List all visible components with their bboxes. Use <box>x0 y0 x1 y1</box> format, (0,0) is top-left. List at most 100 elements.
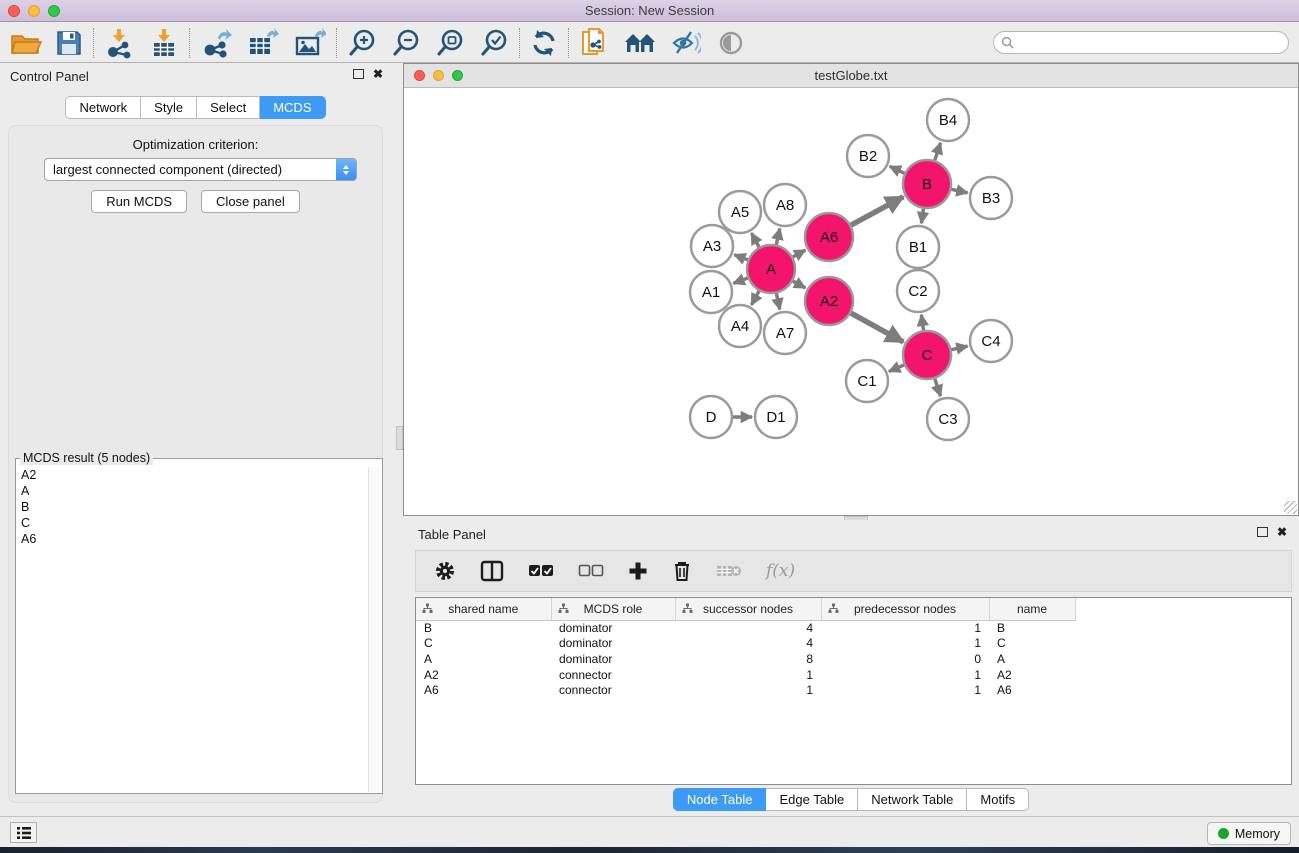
open-file-button[interactable] <box>9 26 42 60</box>
tab-select[interactable]: Select <box>197 96 260 119</box>
export-table-button[interactable] <box>247 26 279 60</box>
table-cell[interactable]: 8 <box>675 651 821 667</box>
save-session-button[interactable] <box>55 26 83 60</box>
tab-mcds[interactable]: MCDS <box>260 96 325 119</box>
vertical-splitter-grip[interactable] <box>396 426 403 450</box>
import-table-button[interactable] <box>149 26 179 60</box>
deselect-all-button[interactable] <box>578 564 604 578</box>
column-header-predecessor-nodes[interactable]: predecessor nodes <box>821 598 989 620</box>
refresh-button[interactable] <box>530 26 558 60</box>
node-table[interactable]: shared nameMCDS rolesuccessor nodesprede… <box>415 597 1292 785</box>
mcds-result-list: A2ABCA6 <box>17 467 367 792</box>
table-cell[interactable]: connector <box>551 682 675 698</box>
home-layout-button[interactable] <box>623 26 657 60</box>
zoom-out-button[interactable] <box>391 26 421 60</box>
table-cell[interactable]: B <box>416 620 551 636</box>
zoom-fit-button[interactable] <box>435 26 465 60</box>
duplicate-network-button[interactable] <box>579 26 609 60</box>
node-label-D: D <box>706 409 717 426</box>
table-cell[interactable]: dominator <box>551 651 675 667</box>
table-cell[interactable]: A6 <box>989 682 1075 698</box>
export-network-button[interactable] <box>200 26 232 60</box>
show-preview-button[interactable] <box>717 26 745 60</box>
mcds-result-item[interactable]: A <box>17 483 367 499</box>
table-cell[interactable]: C <box>416 636 551 652</box>
zoom-selected-button[interactable] <box>479 26 509 60</box>
memory-button[interactable]: Memory <box>1207 822 1291 845</box>
table-cell[interactable]: dominator <box>551 636 675 652</box>
select-all-button[interactable] <box>528 564 554 578</box>
delete-table-button[interactable] <box>716 563 742 579</box>
search-input[interactable] <box>1018 34 1288 52</box>
search-field[interactable] <box>993 31 1289 54</box>
tab-network[interactable]: Network <box>65 96 141 119</box>
table-cell[interactable]: A2 <box>416 667 551 683</box>
table-cell[interactable]: 4 <box>675 620 821 636</box>
hide-panel-button[interactable] <box>671 26 701 60</box>
tab-motifs[interactable]: Motifs <box>967 788 1029 811</box>
tab-style[interactable]: Style <box>141 96 197 119</box>
network-canvas[interactable]: B4B2BB3A5A8A6B1A3AC2A1A2A4A7C4CC1C3DD1 <box>404 88 1298 515</box>
run-mcds-button[interactable]: Run MCDS <box>91 190 187 213</box>
criterion-dropdown[interactable]: largest connected component (directed) <box>44 158 357 181</box>
table-panel: Table Panel ✖ <box>403 520 1299 815</box>
table-cell[interactable]: 1 <box>821 682 989 698</box>
close-panel-icon[interactable]: ✖ <box>373 69 383 79</box>
table-cell[interactable]: dominator <box>551 620 675 636</box>
float-table-panel-icon[interactable] <box>1257 527 1268 537</box>
delete-column-button[interactable] <box>672 560 692 582</box>
window-resize-grip[interactable] <box>1284 501 1297 514</box>
column-header-shared-name[interactable]: shared name <box>416 598 551 620</box>
table-cell[interactable]: 0 <box>821 651 989 667</box>
mcds-result-scrollbar[interactable] <box>368 467 381 792</box>
function-builder-button[interactable]: f(x) <box>766 561 795 581</box>
close-panel-button[interactable]: Close panel <box>201 190 300 213</box>
mcds-result-item[interactable]: A6 <box>17 531 367 547</box>
table-cell[interactable]: A2 <box>989 667 1075 683</box>
table-cell[interactable]: 1 <box>821 636 989 652</box>
node-label-A2: A2 <box>820 293 838 310</box>
column-type-icon <box>682 603 693 614</box>
column-header-successor-nodes[interactable]: successor nodes <box>675 598 821 620</box>
add-column-button[interactable] <box>628 561 648 581</box>
table-row[interactable]: A2connector11A2 <box>416 667 1291 683</box>
table-row[interactable]: Adominator80A <box>416 651 1291 667</box>
table-cell[interactable]: C <box>989 636 1075 652</box>
table-settings-button[interactable] <box>434 560 456 582</box>
tab-edge-table[interactable]: Edge Table <box>766 788 858 811</box>
network-window-titlebar[interactable]: testGlobe.txt <box>404 64 1298 88</box>
table-row[interactable]: Cdominator41C <box>416 636 1291 652</box>
zoom-in-button[interactable] <box>347 26 377 60</box>
table-cell[interactable]: A6 <box>416 682 551 698</box>
import-network-button[interactable] <box>104 26 134 60</box>
application-window: Session: New Session <box>0 0 1299 853</box>
column-header-name[interactable]: name <box>989 598 1075 620</box>
table-cell[interactable]: A <box>989 651 1075 667</box>
edge-A-A1 <box>733 278 747 283</box>
tab-node-table[interactable]: Node Table <box>673 788 767 811</box>
table-cell[interactable]: 1 <box>675 682 821 698</box>
table-cell[interactable]: 4 <box>675 636 821 652</box>
table-row[interactable]: A6connector11A6 <box>416 682 1291 698</box>
table-row[interactable]: Bdominator41B <box>416 620 1291 636</box>
mcds-result-item[interactable]: A2 <box>17 467 367 483</box>
export-image-button[interactable] <box>294 26 326 60</box>
fx-icon: f(x) <box>766 561 795 581</box>
close-table-panel-icon[interactable]: ✖ <box>1277 527 1287 537</box>
table-cell[interactable]: 1 <box>821 667 989 683</box>
mcds-result-item[interactable]: B <box>17 499 367 515</box>
float-panel-icon[interactable] <box>353 69 364 79</box>
column-manager-button[interactable] <box>480 560 504 582</box>
table-cell[interactable]: B <box>989 620 1075 636</box>
column-header-MCDS-role[interactable]: MCDS role <box>551 598 675 620</box>
toolbar-separator <box>189 28 190 58</box>
task-history-button[interactable] <box>10 822 37 843</box>
table-cell[interactable]: A <box>416 651 551 667</box>
table-cell[interactable]: 1 <box>675 667 821 683</box>
table-cell[interactable]: connector <box>551 667 675 683</box>
node-label-C4: C4 <box>981 333 1000 350</box>
zoom-selected-icon <box>479 28 509 58</box>
table-cell[interactable]: 1 <box>821 620 989 636</box>
mcds-result-item[interactable]: C <box>17 515 367 531</box>
tab-network-table[interactable]: Network Table <box>858 788 967 811</box>
